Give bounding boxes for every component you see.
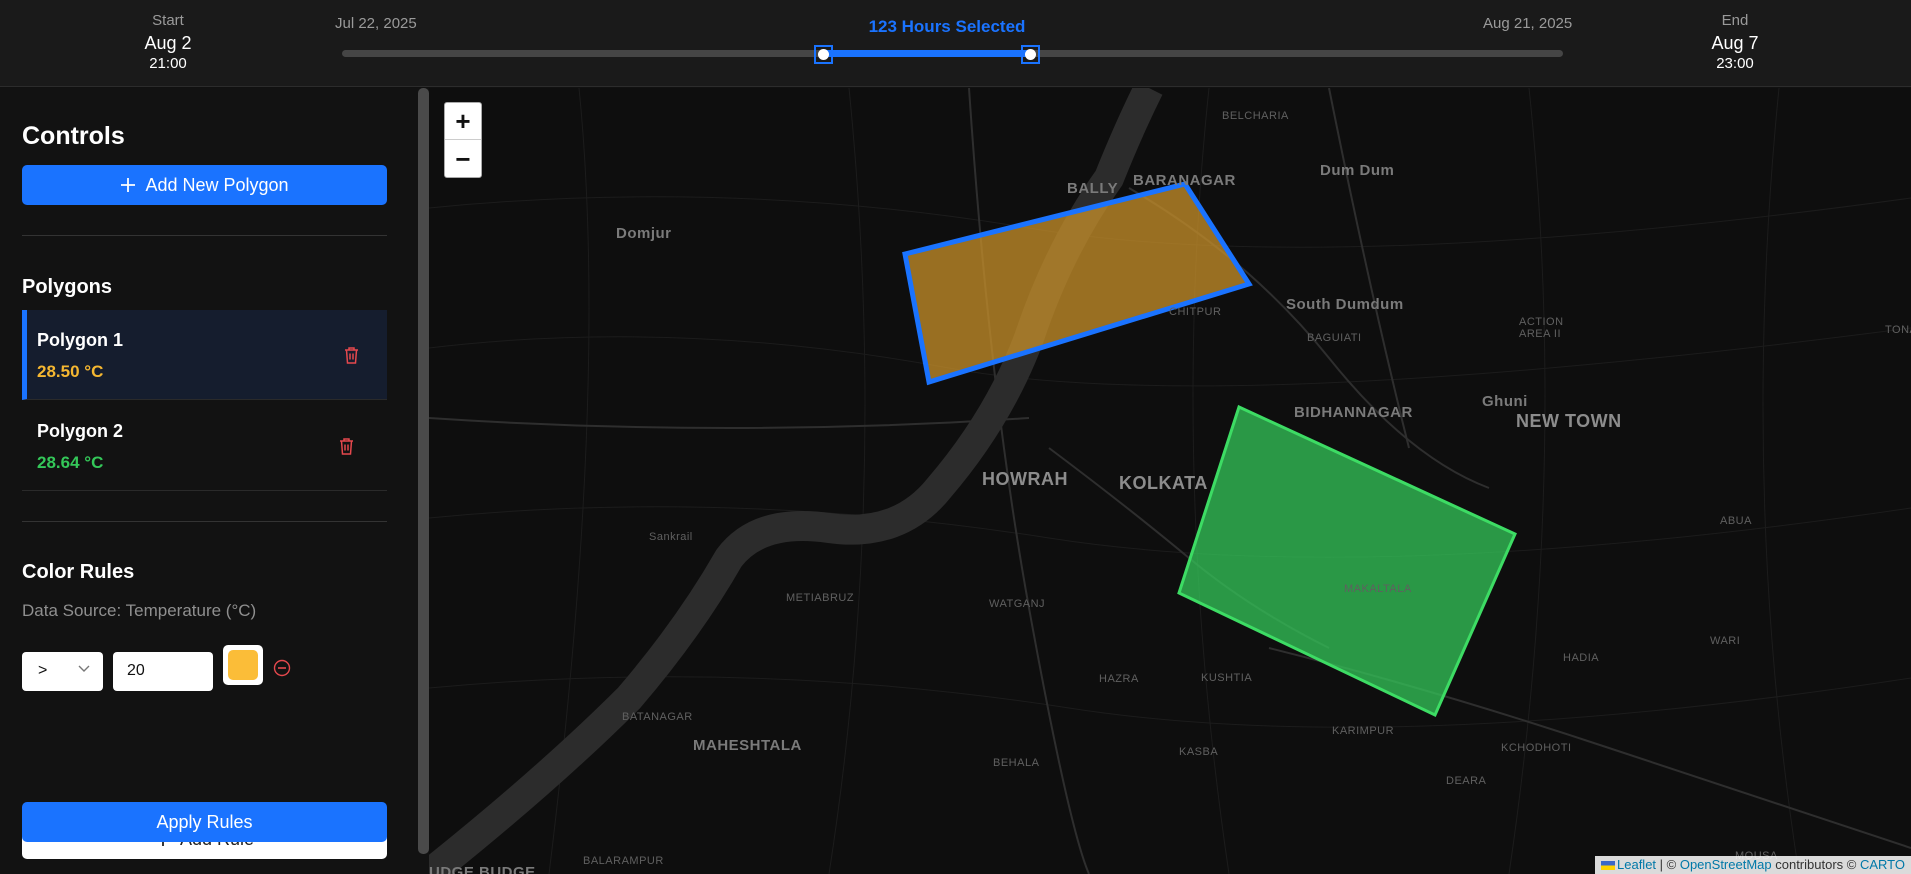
color-rule-row: > 20 [22, 644, 392, 696]
map-label: KARIMPUR [1332, 725, 1395, 737]
sidebar-scrollbar[interactable] [418, 88, 429, 874]
scrollbar-thumb[interactable] [418, 88, 429, 854]
polygon-value: 28.64 °C [37, 453, 104, 472]
end-date: Aug 7 [1711, 33, 1759, 53]
map-label: TONA [1885, 324, 1911, 336]
map-label: HOWRAH [982, 469, 1068, 489]
end-time: 23:00 [1716, 55, 1754, 72]
range-end-date: Aug 21, 2025 [1483, 15, 1573, 32]
end-label: End [1721, 12, 1749, 29]
apply-rules-button[interactable]: Apply Rules [22, 802, 387, 842]
zoom-out-button[interactable]: − [445, 141, 481, 178]
zoom-in-button[interactable]: + [445, 103, 481, 140]
polygon-name: Polygon 2 [37, 421, 124, 441]
map-label: METIABRUZ [786, 592, 855, 604]
map-label: DEARA [1446, 775, 1487, 787]
timeline-start: Start Aug 2 21:00 [108, 12, 228, 72]
map-label: KUSHTIA [1201, 672, 1253, 684]
divider [22, 521, 387, 522]
color-picker[interactable] [223, 645, 263, 685]
map-label: Ghuni [1482, 393, 1528, 410]
map-label: CHITPUR [1169, 306, 1222, 318]
map-label: BELCHARIA [1222, 110, 1289, 122]
map-label: BARANAGAR [1133, 172, 1236, 189]
trash-icon[interactable] [338, 437, 355, 456]
map-label: BALARAMPUR [583, 855, 664, 867]
trash-icon[interactable] [343, 346, 360, 365]
map-label: ABUA [1720, 515, 1752, 527]
ukraine-flag-icon [1601, 861, 1615, 870]
color-rules-title: Color Rules [22, 561, 135, 583]
map-label: KASBA [1179, 746, 1219, 758]
data-source-label: Data Source: Temperature (°C) [22, 601, 257, 620]
map-label: BIDHANNAGAR [1294, 404, 1413, 421]
polygon-value: 28.50 °C [37, 362, 104, 381]
timeline-end-handle[interactable] [1021, 45, 1040, 64]
map-view[interactable]: BELCHARIA Dum Dum BALLY BARANAGAR Domjur… [429, 88, 1911, 874]
polygon-list-item-1[interactable]: Polygon 1 28.50 °C [22, 310, 387, 400]
add-polygon-label: Add New Polygon [145, 174, 289, 195]
operator-value: > [38, 662, 48, 679]
color-swatch [228, 650, 258, 680]
selected-hours-label: 123 Hours Selected [868, 17, 1026, 36]
attribution-separator: | © [1656, 857, 1680, 872]
remove-rule-icon[interactable] [273, 659, 291, 677]
map-label: KCHODHOTI [1501, 742, 1572, 754]
map-label: AREA II [1519, 328, 1562, 340]
map-attribution: Leaflet | © OpenStreetMap contributors ©… [1595, 856, 1911, 874]
map-label: MAHESHTALA [693, 737, 802, 754]
add-polygon-button[interactable]: Add New Polygon [22, 165, 387, 205]
timeline-selection-fill [823, 50, 1030, 57]
map-label: KOLKATA [1119, 473, 1208, 493]
map-label: BEHALA [993, 757, 1040, 769]
map-label: NEW TOWN [1516, 411, 1622, 431]
timeline-bar: Start Aug 2 21:00 Jul 22, 2025 123 Hours… [0, 0, 1911, 87]
map-label: UDGE BUDGE [429, 864, 536, 874]
map-label: WARI [1710, 635, 1741, 647]
apply-rules-label: Apply Rules [156, 811, 253, 832]
plus-icon [121, 178, 136, 192]
map-label: BAGUIATI [1307, 332, 1362, 344]
divider [22, 235, 387, 236]
osm-link[interactable]: OpenStreetMap [1680, 857, 1772, 872]
map-label: ACTION [1519, 316, 1564, 328]
timeline-end: End Aug 7 23:00 [1675, 12, 1795, 72]
start-date: Aug 2 [144, 33, 192, 53]
handle-dot [818, 49, 829, 60]
leaflet-link[interactable]: Leaflet [1617, 857, 1656, 872]
map-label: MAKALTALA [1344, 583, 1412, 595]
polygon-name: Polygon 1 [37, 330, 124, 350]
polygons-title: Polygons [22, 276, 113, 298]
map-label: WATGANJ [989, 598, 1046, 610]
timeline-start-handle[interactable] [814, 45, 833, 64]
map-label: BATANAGAR [622, 711, 693, 723]
operator-select[interactable]: > [22, 652, 103, 691]
map-label: Domjur [616, 225, 672, 242]
sidebar-title: Controls [22, 122, 125, 150]
handle-dot [1025, 49, 1036, 60]
controls-sidebar: Controls Add New Polygon Polygons Polygo… [0, 88, 418, 874]
threshold-input[interactable]: 20 [113, 652, 213, 691]
carto-link[interactable]: CARTO [1860, 857, 1905, 872]
start-time: 21:00 [149, 55, 187, 72]
range-start-date: Jul 22, 2025 [335, 15, 417, 32]
map-label: Dum Dum [1320, 162, 1395, 179]
start-label: Start [152, 12, 184, 29]
map-label: BALLY [1067, 180, 1119, 197]
map-label: Sankrail [649, 531, 693, 543]
attribution-contributors: contributors © [1771, 857, 1860, 872]
map-label: HAZRA [1099, 673, 1139, 685]
map-label: South Dumdum [1286, 296, 1404, 313]
zoom-control: + − [444, 102, 482, 178]
chevron-down-icon [78, 665, 90, 672]
polygon-list-item-2[interactable]: Polygon 2 28.64 °C [22, 401, 387, 491]
map-label: HADIA [1563, 652, 1600, 664]
